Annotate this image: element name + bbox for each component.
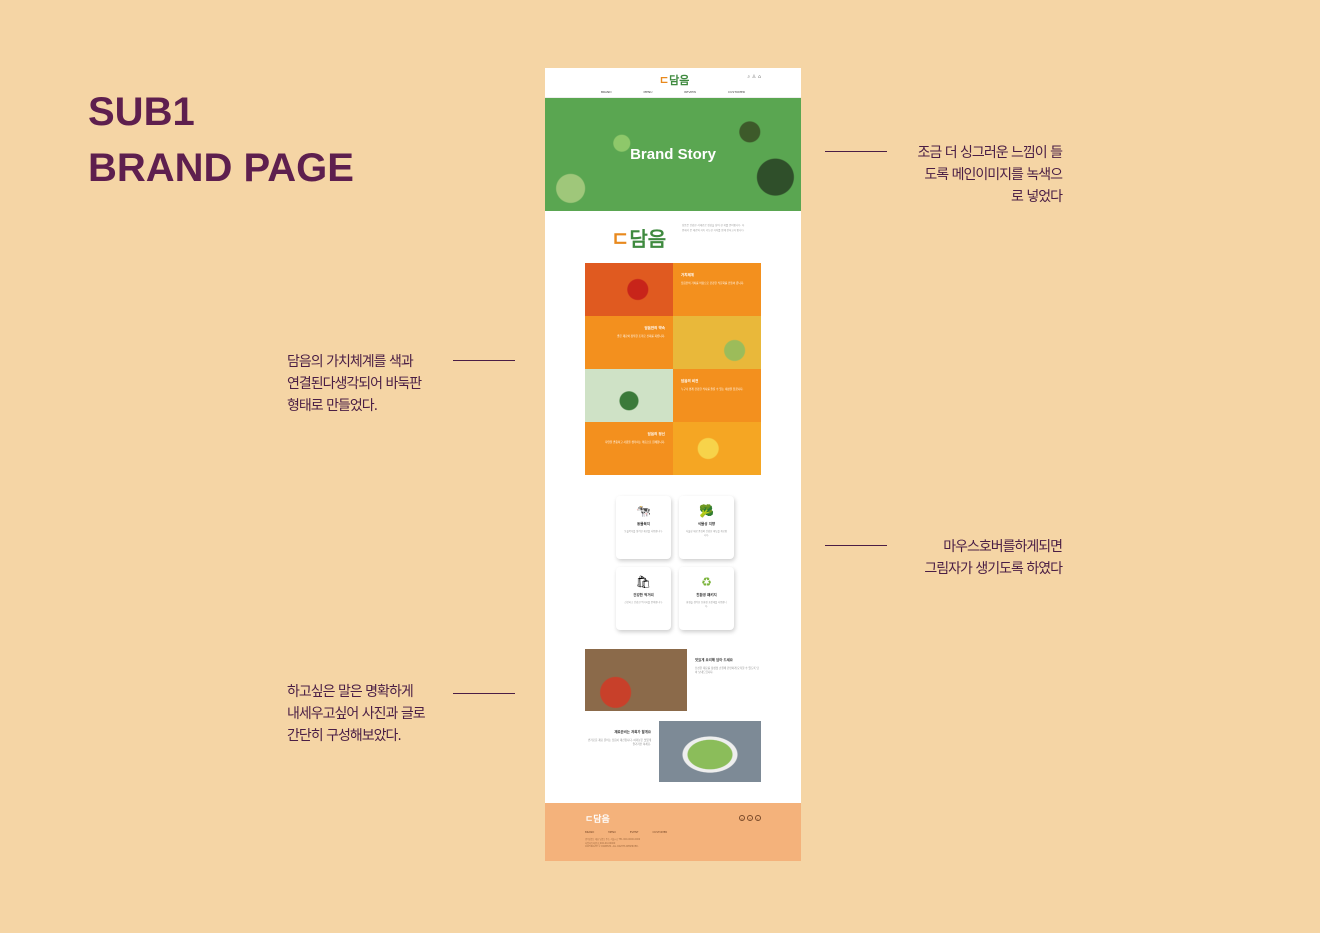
grid-cell: 담음만의 약속좋은 재료와 정직한 조리로 신뢰를 지킵니다. [585, 316, 673, 369]
card-title: 건강한 먹거리 [633, 593, 654, 597]
note-line: 조금 더 싱그러운 느낌이 들 [917, 145, 1063, 161]
grocery-bag-icon: 🛍 [635, 575, 652, 589]
feature-cards: 🐄 동물복지동물복지를 생각한 재료를 사용합니다. 🥦 식물성 지향식물성 재료 … [616, 496, 734, 630]
title-line-1: SUB1 [88, 90, 195, 134]
main-nav: BRAND MENU REVIEW CUSTOMER [545, 90, 801, 94]
card-healthy-food[interactable]: 🛍 건강한 먹거리신선하고 건강한 먹거리를 준비합니다. [616, 567, 671, 630]
facebook-icon[interactable]: f [747, 815, 753, 821]
note-grid: 담음의 가치체계를 색과연결된다생각되어 바둑판형태로 만들었다. [287, 351, 422, 417]
logo-text: 담음 [593, 815, 610, 825]
greens-image [585, 369, 673, 422]
card-eco-package[interactable]: ♻ 친환경 패키지환경을 생각한 친환경 포장재를 사용합니다. [679, 567, 734, 630]
grid-cell: 담음의 정신자연을 존중하고 사람을 생각하는 마음으로 함께합니다. [585, 422, 673, 475]
brand-intro: ㄷ담음 담음은 건강한 식재료로 정성을 담아 한 끼를 준비합니다. 자연에서… [545, 211, 801, 263]
note-cards: 마우스호버를하게되면그림자가 생기도록 하였다 [870, 536, 1063, 580]
website-mockup: ㄷ담음 ⌕ ♙ ⌂ BRAND MENU REVIEW CUSTOMER Bra… [545, 68, 801, 861]
logo-text: 담음 [669, 74, 690, 87]
note-line: 담음의 가치체계를 색과 [287, 354, 414, 370]
cell-title: 담음의 정신 [647, 432, 665, 436]
logo-text: 담음 [629, 227, 667, 251]
intro-text: 담음은 건강한 식재료로 정성을 담아 한 끼를 준비합니다. 자연에서 온 재… [682, 224, 745, 232]
cell-text: 좋은 재료와 정직한 조리로 신뢰를 지킵니다. [617, 334, 665, 338]
site-footer: ㄷ담음 BRAND MENU EVENT CUSTOMER (주)담음 | 대표… [545, 803, 801, 861]
cell-text: 누구나 쉽게 건강한 식사를 즐길 수 있는 세상을 꿈꿉니다. [681, 387, 744, 391]
footer-nav-customer[interactable]: CUSTOMER [653, 831, 668, 834]
footer-nav-event[interactable]: EVENT [630, 831, 639, 834]
footer-nav-menu[interactable]: MENU [608, 831, 616, 834]
note-line: 그림자가 생기도록 하였다 [924, 561, 1063, 577]
recycle-icon: ♻ [701, 575, 712, 589]
hero-banner: Brand Story [545, 98, 801, 211]
tomato-image [585, 263, 673, 316]
social-links: ◎ f t [739, 815, 761, 821]
salad-photo [659, 721, 761, 782]
cell-title: 담음만의 약속 [644, 326, 665, 330]
card-plant-based[interactable]: 🥦 식물성 지향식물성 재료 중심의 건강한 메뉴를 제공합니다. [679, 496, 734, 559]
value-grid: 가치체계담음만의 가치를 바탕으로 건강한 식문화를 만들어 갑니다. 담음만의… [585, 263, 761, 475]
note-line: 하고싶은 말은 명확하게 [287, 684, 414, 700]
nav-brand[interactable]: BRAND [601, 90, 612, 94]
site-logo[interactable]: ㄷ담음 [659, 72, 689, 88]
nav-review[interactable]: REVIEW [684, 90, 696, 94]
hero-title: Brand Story [630, 146, 716, 163]
brand-logo: ㄷ담음 [611, 223, 666, 252]
note-sections: 하고싶은 말은 명확하게내세우고싶어 사진과 글로간단히 구성해보았다. [287, 681, 426, 747]
site-header: ㄷ담음 ⌕ ♙ ⌂ BRAND MENU REVIEW CUSTOMER [545, 68, 801, 98]
footer-nav-brand[interactable]: BRAND [585, 831, 594, 834]
citrus-image [673, 422, 761, 475]
note-line: 형태로 만들었다. [287, 398, 378, 414]
twitter-icon[interactable]: t [755, 815, 761, 821]
footer-logo[interactable]: ㄷ담음 [585, 812, 610, 825]
card-title: 친환경 패키지 [696, 593, 717, 597]
presentation-title: SUB1 BRAND PAGE [88, 84, 354, 196]
section-text: 번거로운 재료 준비는 담음이 대신합니다. 여러분은 맛있게 즐기기만 하세요… [587, 738, 651, 747]
grid-cell: 가치체계담음만의 가치를 바탕으로 건강한 식문화를 만들어 갑니다. [673, 263, 761, 316]
connector-line [825, 545, 887, 546]
card-text: 식물성 재료 중심의 건강한 메뉴를 제공합니다. [685, 530, 728, 537]
card-title: 동물복지 [637, 522, 650, 526]
cell-text: 담음만의 가치를 바탕으로 건강한 식문화를 만들어 갑니다. [681, 281, 745, 285]
nav-menu[interactable]: MENU [644, 90, 653, 94]
cow-icon: 🐄 [636, 504, 651, 518]
herb-image [673, 316, 761, 369]
logo-mark: ㄷ [659, 74, 670, 87]
cell-text: 자연을 존중하고 사람을 생각하는 마음으로 함께합니다. [605, 440, 665, 444]
connector-line [453, 693, 515, 694]
header-icons[interactable]: ⌕ ♙ ⌂ [747, 74, 761, 80]
section-cook: 맛있게 요리해 담아 드세요신선한 재료를 정성껏 손질해 간편하게 요리할 수… [695, 658, 761, 676]
note-line: 연결된다생각되어 바둑판 [287, 376, 422, 392]
cell-title: 가치체계 [681, 273, 694, 277]
grid-cell: 담음의 비전누구나 쉽게 건강한 식사를 즐길 수 있는 세상을 꿈꿉니다. [673, 369, 761, 422]
section-prep: 재료준비는 저희가 할게요번거로운 재료 준비는 담음이 대신합니다. 여러분은… [585, 730, 651, 748]
cell-title: 담음의 비전 [681, 379, 699, 383]
card-animal-welfare[interactable]: 🐄 동물복지동물복지를 생각한 재료를 사용합니다. [616, 496, 671, 559]
connector-line [453, 360, 515, 361]
logo-mark: ㄷ [611, 227, 630, 251]
instagram-icon[interactable]: ◎ [739, 815, 745, 821]
market-photo [585, 649, 687, 711]
vegetable-icon: 🥦 [699, 504, 714, 518]
note-hero: 조금 더 싱그러운 느낌이 들도록 메인이미지를 녹색으로 넣었다 [870, 142, 1063, 208]
section-title: 맛있게 요리해 담아 드세요 [695, 658, 733, 662]
title-line-2: BRAND PAGE [88, 146, 354, 190]
nav-customer[interactable]: CUSTOMER [728, 90, 745, 94]
note-line: 마우스호버를하게되면 [943, 539, 1063, 555]
card-title: 식물성 지향 [697, 522, 716, 526]
note-line: 간단히 구성해보았다. [287, 728, 402, 744]
card-text: 환경을 생각한 친환경 포장재를 사용합니다. [686, 601, 727, 608]
card-text: 동물복지를 생각한 재료를 사용합니다. [624, 530, 663, 533]
footer-copyright: COPYRIGHT © DAMEUM. ALL RIGHTS RESERVED. [585, 845, 639, 849]
connector-line [825, 151, 887, 152]
card-text: 신선하고 건강한 먹거리를 준비합니다. [624, 601, 663, 604]
note-line: 로 넣었다 [1011, 189, 1063, 205]
footer-nav: BRAND MENU EVENT CUSTOMER [585, 831, 667, 834]
note-line: 내세우고싶어 사진과 글로 [287, 706, 426, 722]
section-text: 신선한 재료를 정성껏 손질해 간편하게 요리할 수 있도록 담아 보내드립니다… [695, 666, 759, 675]
footer-info: (주)담음 | 대표 담음 | 주소 서울시 | TEL 000-0000-00… [585, 838, 640, 849]
section-title: 재료준비는 저희가 할게요 [614, 730, 651, 734]
note-line: 도록 메인이미지를 녹색으 [924, 167, 1063, 183]
